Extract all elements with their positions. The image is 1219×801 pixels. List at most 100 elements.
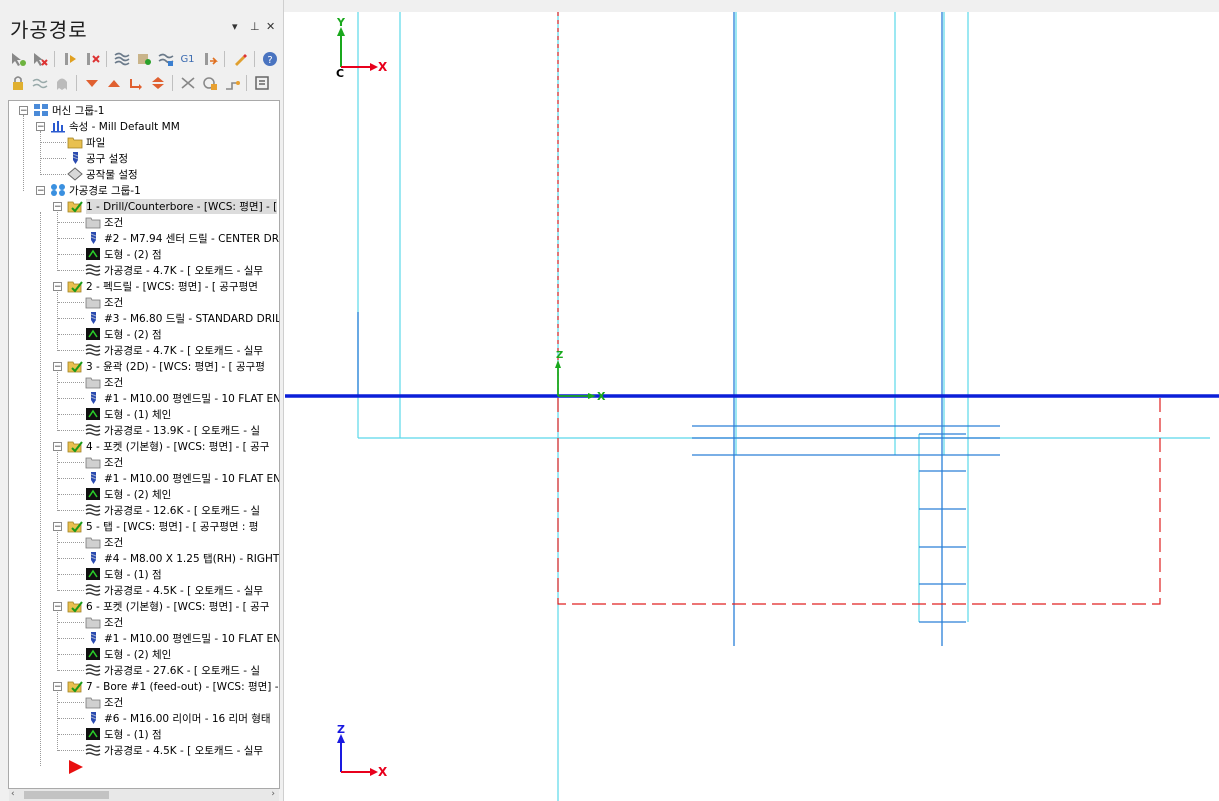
deselect-ops-icon[interactable] [30,50,49,69]
tree-op-toolpath[interactable]: 가공경로 - 13.9K - [ 오토캐드 - 실 [85,422,260,438]
tree-node-label: 가공경로 - 12.6K - [ 오토캐드 - 실 [104,504,261,517]
tree-op-tool[interactable]: #1 - M10.00 평엔드밀 - 10 FLAT EN [85,390,279,406]
tree-node-label: 도형 - (1) 체인 [104,408,172,421]
tree-op-params[interactable]: 조건 [85,454,123,470]
tree-op-params[interactable]: 조건 [85,694,123,710]
panel-menu-dropdown[interactable]: ▾ [232,20,238,33]
tree-op-params[interactable]: 조건 [85,374,123,390]
origin-axis-x: X [597,390,606,403]
close-icon[interactable]: ✕ [266,20,275,33]
toolpath-display-icon[interactable] [30,74,49,93]
move-down-icon[interactable] [82,74,101,93]
help-icon[interactable]: ? [260,50,279,69]
tree-operation-6[interactable]: 6 - 포켓 (기본형) - [WCS: 평면] - [ 공구 [67,598,269,614]
collapse-toggle-icon[interactable]: − [53,682,62,692]
tool-icon [85,471,101,485]
tree-properties[interactable]: 속성 - Mill Default MM [50,118,180,134]
collapse-toggle-icon[interactable]: − [19,106,28,116]
tool-icon [85,711,101,725]
tree-connector [58,398,84,399]
tree-op-params[interactable]: 조건 [85,614,123,630]
tree-tool-settings[interactable]: 공구 설정 [67,150,128,166]
tree-operation-5[interactable]: 5 - 탭 - [WCS: 평면] - [ 공구평면 : 평 [67,518,258,534]
tree-op-geometry[interactable]: 도형 - (2) 점 [85,326,162,342]
tree-node-label: 4 - 포켓 (기본형) - [WCS: 평면] - [ 공구 [86,440,270,453]
tree-op-params[interactable]: 조건 [85,214,123,230]
insert-arrow-icon[interactable] [126,74,145,93]
edit-icon[interactable] [230,50,249,69]
pin-icon[interactable]: ⊥ [250,20,260,33]
verify-icon[interactable] [134,50,153,69]
collapse-toggle-icon[interactable]: − [53,602,62,612]
tree-operation-1[interactable]: 1 - Drill/Counterbore - [WCS: 평면] - [ [67,198,278,214]
tree-op-tool[interactable]: #2 - M7.94 센터 드릴 - CENTER DR [85,230,279,246]
tree-operation-7[interactable]: 7 - Bore #1 (feed-out) - [WCS: 평면] - [67,678,278,694]
collapse-toggle-icon[interactable]: − [53,362,62,372]
tree-op-params[interactable]: 조건 [85,534,123,550]
tree-op-tool[interactable]: #1 - M10.00 평엔드밀 - 10 FLAT EN [85,470,279,486]
tree-op-params[interactable]: 조건 [85,294,123,310]
regen-dirty-icon[interactable] [82,50,101,69]
move-up-icon[interactable] [104,74,123,93]
tree-op-geometry[interactable]: 도형 - (2) 체인 [85,486,171,502]
tree-operation-4[interactable]: 4 - 포켓 (기본형) - [WCS: 평면] - [ 공구 [67,438,269,454]
tree-node-label: 도형 - (1) 점 [104,568,162,581]
scrollbar-thumb[interactable] [24,791,109,799]
tree-connector [58,334,84,335]
tree-op-tool[interactable]: #6 - M16.00 리이머 - 16 리머 형태 [85,710,271,726]
tree-connector [40,142,66,143]
tree-op-geometry[interactable]: 도형 - (1) 점 [85,566,162,582]
toggle-display-icon[interactable] [200,74,219,93]
info-icon[interactable] [252,74,271,93]
tree-node-label: 가공경로 - 4.5K - [ 오토캐드 - 실무 [104,584,264,597]
tree-op-tool[interactable]: #4 - M8.00 X 1.25 탭(RH) - RIGHT [85,550,279,566]
regen-all-icon[interactable] [60,50,79,69]
tree-op-toolpath[interactable]: 가공경로 - 12.6K - [ 오토캐드 - 실 [85,502,260,518]
post-g1-icon[interactable]: G1 [178,50,197,69]
geometry-icon [85,407,101,421]
select-tool-icon[interactable] [178,74,197,93]
horizontal-scrollbar[interactable]: ‹ › [9,789,279,801]
collapse-toggle-icon[interactable]: − [53,202,62,212]
tree-op-toolpath[interactable]: 가공경로 - 4.5K - [ 오토캐드 - 실무 [85,582,263,598]
tree-op-geometry[interactable]: 도형 - (1) 체인 [85,406,171,422]
tree-connector [40,212,41,766]
tree-toolpath-group[interactable]: 가공경로 그룹-1 [50,182,141,198]
tree-op-tool[interactable]: #3 - M6.80 드릴 - STANDARD DRIL [85,310,280,326]
tree-op-geometry[interactable]: 도형 - (2) 체인 [85,646,171,662]
tree-op-toolpath[interactable]: 가공경로 - 4.5K - [ 오토캐드 - 실무 [85,742,263,758]
tree-op-geometry[interactable]: 도형 - (2) 점 [85,246,162,262]
collapse-toggle-icon[interactable]: − [36,186,45,196]
tree-op-toolpath[interactable]: 가공경로 - 27.6K - [ 오토캐드 - 실 [85,662,260,678]
tree-op-toolpath[interactable]: 가공경로 - 4.7K - [ 오토캐드 - 실무 [85,342,263,358]
tree-op-geometry[interactable]: 도형 - (1) 점 [85,726,162,742]
collapse-toggle-icon[interactable]: − [53,522,62,532]
tree-machine-group[interactable]: 머신 그룹-1 [33,102,104,118]
posting-icon[interactable] [222,74,241,93]
expand-icon[interactable] [148,74,167,93]
simulate-icon[interactable] [156,50,175,69]
tree-stock-setup[interactable]: 공작물 설정 [67,166,138,182]
operation-folder-icon [67,359,83,373]
graphics-viewport[interactable]: Y X C Z X Z X [285,12,1219,801]
tree-operation-3[interactable]: 3 - 윤곽 (2D) - [WCS: 평면] - [ 공구평 [67,358,265,374]
tree-connector [57,372,58,431]
collapse-toggle-icon[interactable]: − [53,442,62,452]
tree-connector [58,542,84,543]
backplot-icon[interactable] [112,50,131,69]
collapse-toggle-icon[interactable]: − [36,122,45,132]
collapse-toggle-icon[interactable]: − [53,282,62,292]
ghost-icon[interactable] [52,74,71,93]
tree-op-tool[interactable]: #1 - M10.00 평엔드밀 - 10 FLAT EN [85,630,279,646]
tree-op-toolpath[interactable]: 가공경로 - 4.7K - [ 오토캐드 - 실무 [85,262,263,278]
tree-node-label: 머신 그룹-1 [52,104,105,117]
insert-position-arrow-icon[interactable] [69,760,83,774]
operation-folder-icon [67,679,83,693]
tree-node-label: #3 - M6.80 드릴 - STANDARD DRIL [104,312,280,325]
tree-operation-2[interactable]: 2 - 펙드릴 - [WCS: 평면] - [ 공구평면 [67,278,258,294]
select-ops-icon[interactable] [8,50,27,69]
tree-files[interactable]: 파일 [67,134,105,150]
lock-icon[interactable] [8,74,27,93]
high-feed-icon[interactable] [200,50,219,69]
tree-connector [23,115,24,191]
